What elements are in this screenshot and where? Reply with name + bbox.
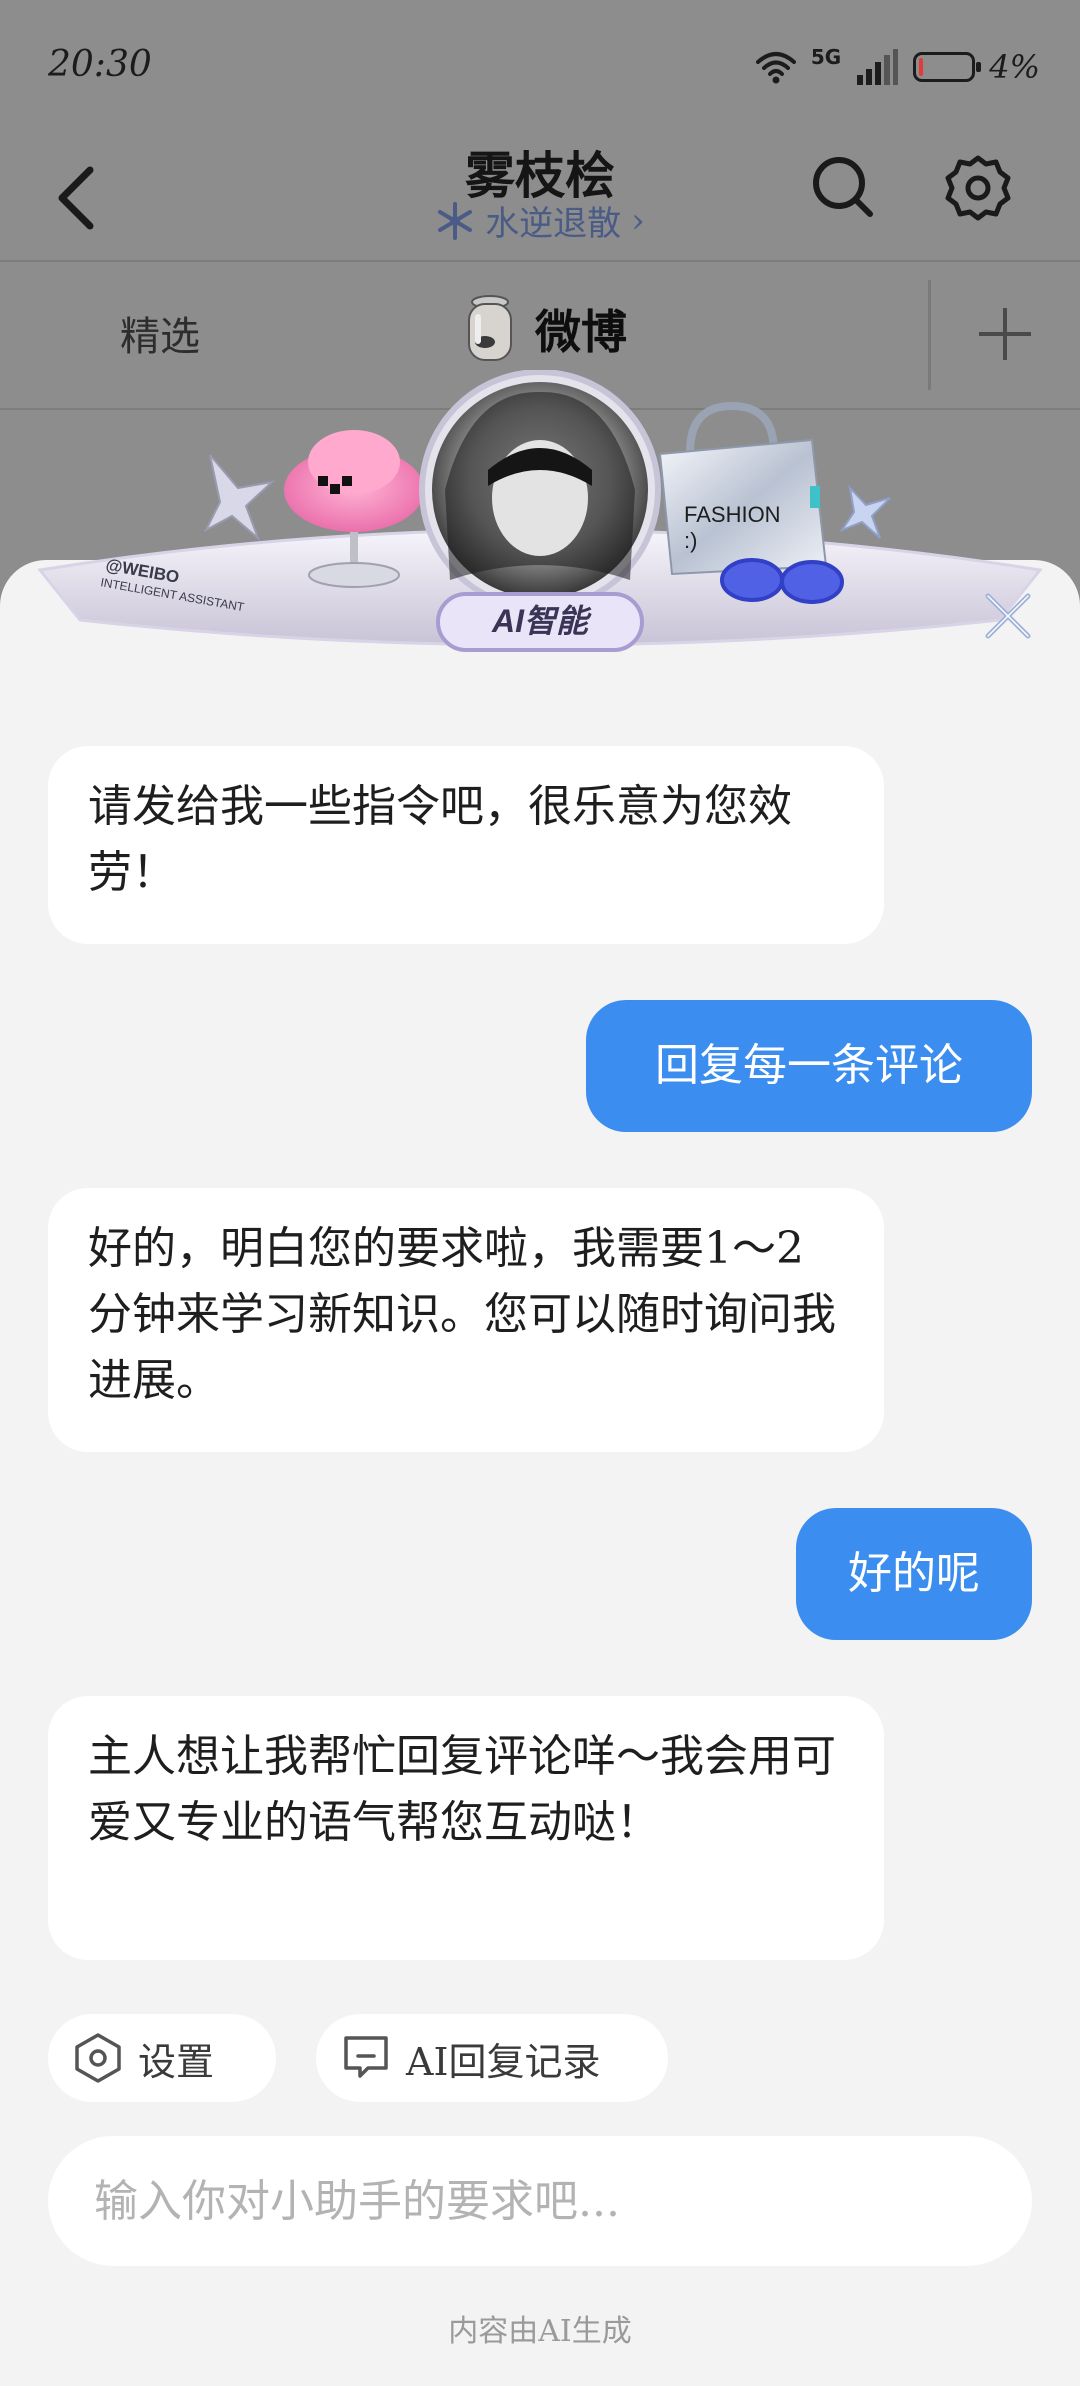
tab-weibo[interactable]: 微博 — [455, 292, 627, 366]
ai-badge-label: AI智能 — [491, 603, 592, 639]
search-button[interactable] — [808, 152, 878, 222]
tab-featured[interactable]: 精选 — [120, 304, 200, 362]
ai-generated-disclaimer: 内容由AI生成 — [448, 2314, 632, 2349]
settings-button[interactable] — [942, 152, 1014, 224]
wifi-icon — [755, 52, 796, 84]
ai-badge: AI智能 — [436, 592, 644, 652]
star-right-icon — [839, 484, 891, 539]
fashion-bag-icon: FASHION :) — [658, 401, 828, 576]
status-bar: 20:30 5G 4% — [0, 0, 1080, 130]
app-header: 雾枝桧 水逆退散 › — [0, 130, 1080, 260]
signal-icon — [857, 49, 899, 85]
profile-status-text: 水逆退散 — [485, 204, 622, 244]
snowflake-icon — [438, 201, 473, 240]
assistant-request-input[interactable] — [92, 2174, 988, 2228]
plus-icon — [979, 308, 1031, 360]
battery-percent: 4% — [989, 48, 1040, 86]
tab-weibo-label: 微博 — [535, 305, 627, 359]
assistant-input-container[interactable] — [48, 2136, 1032, 2266]
ai-assistant-banner: @WEIBO INTELLIGENT ASSISTANT FASHION :) … — [37, 370, 1043, 652]
search-icon — [813, 157, 873, 217]
bag-face: :) — [684, 528, 697, 553]
close-panel-button[interactable] — [982, 590, 1034, 642]
bag-text: FASHION — [684, 502, 781, 527]
assistant-message: 请发给我一些指令吧，很乐意为您效劳！ — [48, 746, 884, 944]
battery-icon — [913, 52, 982, 82]
assistant-settings-button[interactable]: 设置 — [48, 2014, 276, 2102]
add-tab-button[interactable] — [975, 304, 1035, 364]
assistant-avatar — [419, 370, 661, 611]
assistant-message: 好的，明白您的要求啦，我需要1～2分钟来学习新知识。您可以随时询问我进展。 — [48, 1188, 884, 1452]
chevron-right-icon: › — [631, 200, 645, 241]
message-icon — [344, 2036, 388, 2078]
assistant-message: 主人想让我帮忙回复评论咩～我会用可爱又专业的语气帮您互动哒！ — [48, 1696, 884, 1960]
battery-level — [919, 58, 924, 76]
hexagon-settings-icon — [75, 2033, 121, 2083]
profile-status[interactable]: 水逆退散 › — [0, 196, 1080, 245]
user-message: 好的呢 — [796, 1508, 1032, 1640]
network-type: 5G — [810, 45, 842, 69]
assistant-settings-label: 设置 — [138, 2039, 215, 2084]
close-icon — [985, 593, 1031, 639]
user-message: 回复每一条评论 — [586, 1000, 1032, 1132]
jar-icon — [468, 295, 512, 361]
status-time: 20:30 — [48, 44, 152, 85]
gear-icon — [945, 155, 1011, 221]
ai-reply-history-button[interactable]: AI回复记录 — [316, 2014, 668, 2102]
status-icons: 5G 4% — [755, 45, 1040, 86]
star-left-icon — [203, 454, 276, 542]
ai-reply-history-label: AI回复记录 — [406, 2039, 601, 2084]
